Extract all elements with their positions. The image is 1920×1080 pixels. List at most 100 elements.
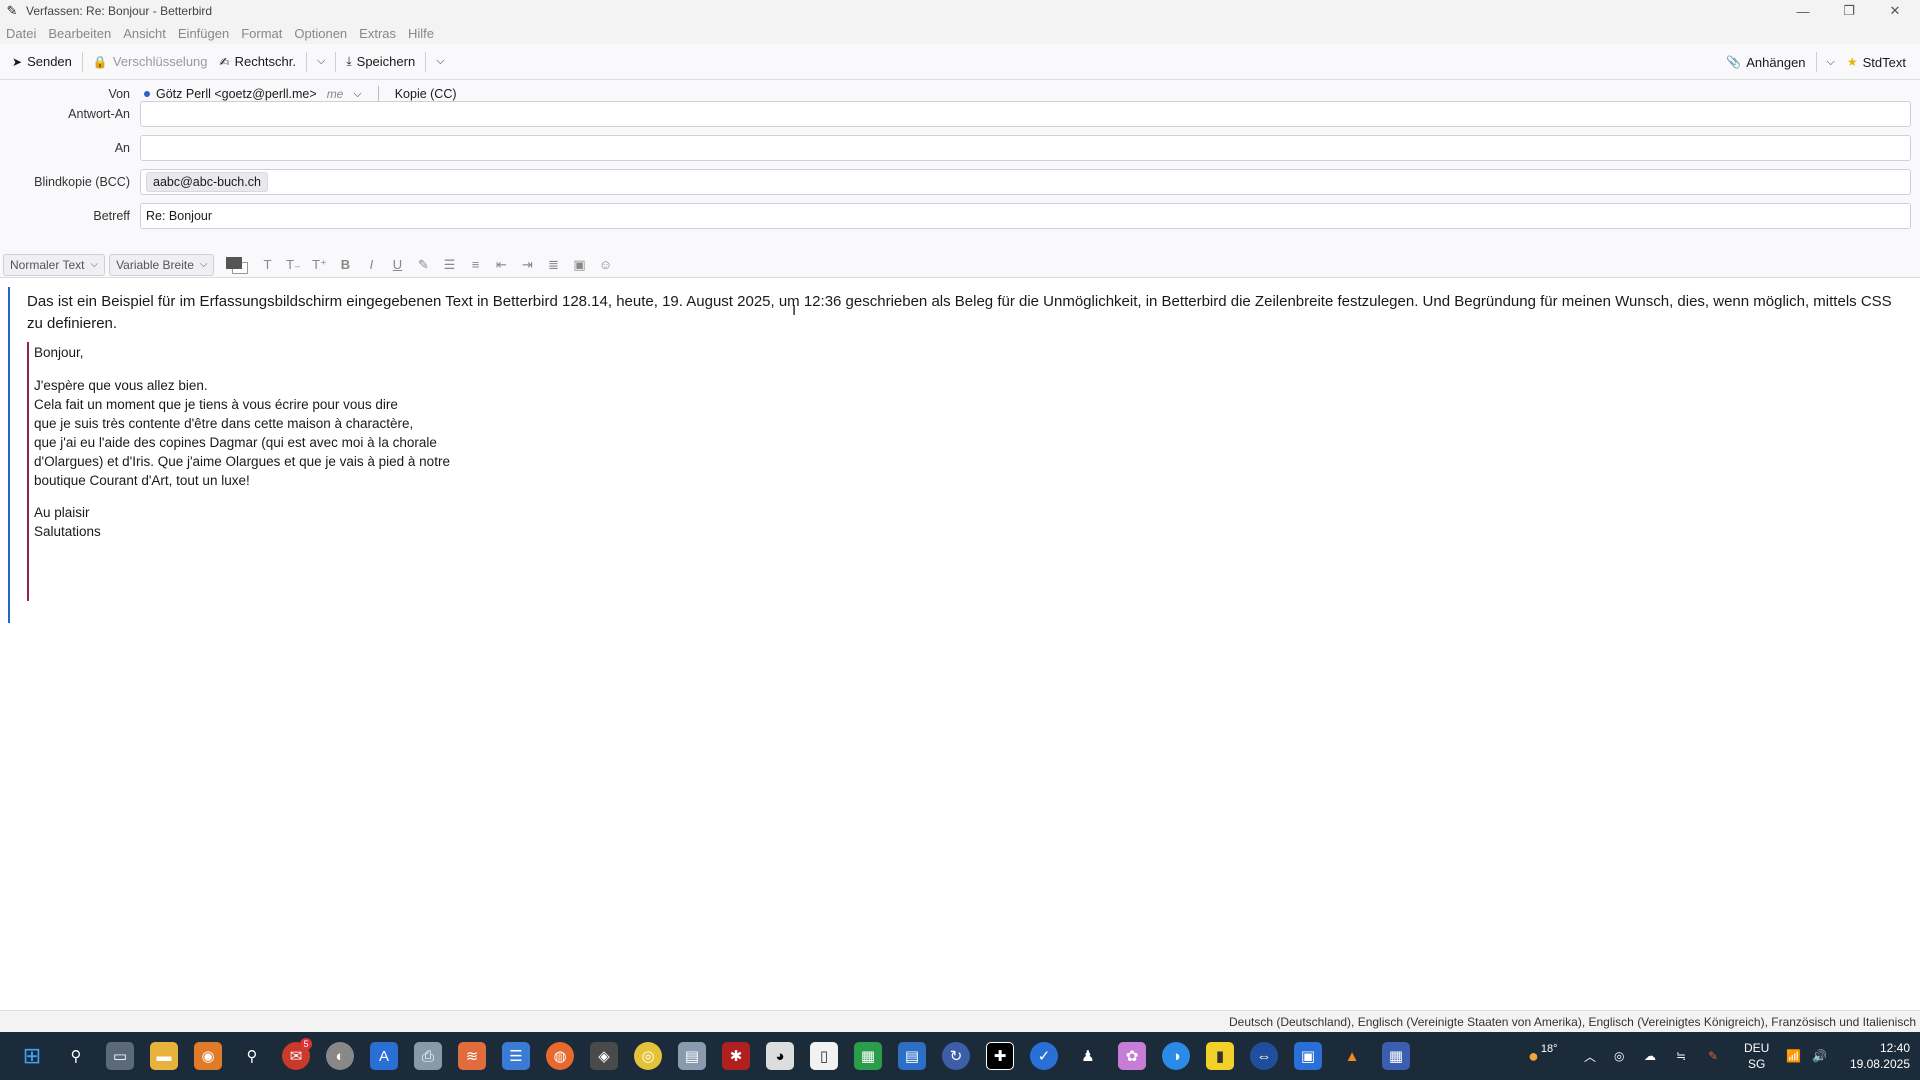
document-app-icon[interactable]: ▯	[810, 1042, 838, 1070]
dictionary-app-icon[interactable]: A	[370, 1042, 398, 1070]
save-dropdown-chevron-icon[interactable]: ⌵	[430, 55, 450, 68]
bcc-field[interactable]: aabc@abc-buch.ch	[140, 169, 1911, 195]
sticky-notes-icon[interactable]: ▮	[1206, 1042, 1234, 1070]
menu-extras[interactable]: Extras	[359, 26, 396, 41]
larger-text-icon[interactable]: T⁺	[306, 254, 332, 276]
stdtext-button[interactable]: ★ StdText	[1841, 49, 1912, 75]
notification-settings-icon[interactable]: ≒	[1676, 1032, 1686, 1080]
identity-label: me	[326, 87, 344, 101]
menu-format[interactable]: Format	[241, 26, 282, 41]
gimp-icon[interactable]: ◈	[590, 1042, 618, 1070]
paint-app-icon[interactable]: ✿	[1118, 1042, 1146, 1070]
chrome-icon[interactable]: ◎	[634, 1042, 662, 1070]
quote-line: Cela fait un moment que je tiens à vous …	[34, 397, 398, 412]
insert-image-icon[interactable]: ▣	[566, 254, 592, 276]
text-color-picker[interactable]	[224, 254, 250, 276]
app-icon[interactable]: ✱	[722, 1042, 750, 1070]
font-size-icon[interactable]: T	[254, 254, 280, 276]
firefox-icon[interactable]: ◍	[546, 1042, 574, 1070]
italic-icon[interactable]: I	[358, 254, 384, 276]
magnifier-app-icon[interactable]: ⚲	[238, 1042, 266, 1070]
panda-app-icon[interactable]: ◕	[766, 1042, 794, 1070]
font-select[interactable]: Variable Breite ⌵	[109, 253, 215, 276]
attach-button[interactable]: 📎 Anhängen	[1720, 49, 1811, 75]
save-button[interactable]: ⤓ Speichern	[340, 49, 421, 75]
figure-app-icon[interactable]: ♟	[1074, 1042, 1102, 1070]
subject-field[interactable]: Re: Bonjour	[140, 203, 1911, 229]
toolbar-separator	[306, 51, 307, 72]
clock[interactable]: 12:40 19.08.2025	[1850, 1040, 1910, 1072]
menu-einfuegen[interactable]: Einfügen	[178, 26, 229, 41]
menu-optionen[interactable]: Optionen	[294, 26, 347, 41]
stack-app-icon[interactable]: ≋	[458, 1042, 486, 1070]
indent-icon[interactable]: ⇥	[514, 254, 540, 276]
weather-sun-icon: ●	[1528, 1045, 1539, 1066]
outdent-icon[interactable]: ⇤	[488, 254, 514, 276]
input-language[interactable]: DEU SG	[1744, 1040, 1769, 1072]
attach-dropdown-chevron-icon[interactable]: ⌵	[1821, 56, 1841, 69]
emoji-icon[interactable]: ☺	[592, 254, 618, 276]
menu-datei[interactable]: Datei	[6, 26, 36, 41]
message-body[interactable]: Das ist ein Beispiel für im Erfassungsbi…	[0, 279, 1920, 1010]
notes-app-icon[interactable]: ☰	[502, 1042, 530, 1070]
file-explorer-icon[interactable]: ▬	[150, 1042, 178, 1070]
spellcheck-languages[interactable]: Deutsch (Deutschland), Englisch (Vereini…	[1229, 1015, 1916, 1029]
chrome-tray-icon[interactable]: ◎	[1614, 1032, 1624, 1080]
edge-icon[interactable]: ◑	[1162, 1042, 1190, 1070]
align-icon[interactable]: ≣	[540, 254, 566, 276]
writer-app-icon[interactable]: ▤	[898, 1042, 926, 1070]
save-app-icon[interactable]: ▣	[1294, 1042, 1322, 1070]
send-button[interactable]: ➤ Senden	[6, 49, 78, 75]
menu-hilfe[interactable]: Hilfe	[408, 26, 434, 41]
printer-app-icon[interactable]: ⎙	[414, 1042, 442, 1070]
minimize-button[interactable]: —	[1780, 0, 1826, 22]
spelling-dropdown-chevron-icon[interactable]: ⌵	[311, 55, 331, 68]
smaller-text-icon[interactable]: T₋	[280, 254, 306, 276]
tray-overflow-icon[interactable]: ︿	[1584, 1032, 1596, 1080]
clear-formatting-icon[interactable]: ✎	[410, 254, 436, 276]
windows-start-icon[interactable]: ⊞	[18, 1042, 46, 1070]
menu-bearbeiten[interactable]: Bearbeiten	[48, 26, 111, 41]
app-icon[interactable]: ◐	[326, 1042, 354, 1070]
lock-icon: 🔒	[92, 54, 108, 69]
subject-row: Betreff Re: Bonjour	[0, 202, 1920, 230]
spelling-button[interactable]: ✍ Rechtschr.	[214, 49, 302, 75]
bold-icon[interactable]: B	[332, 254, 358, 276]
sync-app-icon[interactable]: ↻	[942, 1042, 970, 1070]
close-button[interactable]: ✕	[1872, 0, 1918, 22]
recipient-pill[interactable]: aabc@abc-buch.ch	[146, 172, 268, 192]
wifi-icon[interactable]: 📶	[1786, 1032, 1801, 1080]
numbered-list-icon[interactable]: ≡	[462, 254, 488, 276]
pen-tray-icon[interactable]: ✎	[1708, 1032, 1718, 1080]
chevron-down-icon: ⌵	[199, 259, 208, 270]
underline-icon[interactable]: U	[384, 254, 410, 276]
text-color-swatch	[226, 256, 243, 269]
network-app-icon[interactable]: ▦	[1382, 1042, 1410, 1070]
weather-widget[interactable]: ● 18°	[1528, 1032, 1558, 1080]
to-row: An	[0, 134, 1920, 162]
app-icon[interactable]: ▤	[678, 1042, 706, 1070]
search-icon[interactable]: ⚲	[62, 1042, 90, 1070]
volume-icon[interactable]: 🔊	[1812, 1032, 1827, 1080]
cloud-icon[interactable]: ☁	[1644, 1032, 1656, 1080]
teamviewer-icon[interactable]: ⇔	[1250, 1042, 1278, 1070]
toolbar-separator	[1815, 52, 1817, 72]
photos-app-icon[interactable]: ◉	[194, 1042, 222, 1070]
reply-to-label: Antwort-An	[68, 107, 130, 121]
bullet-list-icon[interactable]: ☰	[436, 254, 462, 276]
reply-to-field[interactable]	[140, 101, 1911, 127]
cc-link[interactable]: Kopie (CC)	[395, 87, 457, 101]
vlc-icon[interactable]: ▲	[1338, 1042, 1366, 1070]
app-icon[interactable]: ✓	[1030, 1042, 1058, 1070]
encryption-button[interactable]: 🔒 Verschlüsselung	[87, 49, 214, 75]
restore-button[interactable]: ❐	[1826, 0, 1872, 22]
menu-ansicht[interactable]: Ansicht	[123, 26, 166, 41]
download-icon: ⤓	[346, 54, 352, 68]
plus-app-icon[interactable]: ✚	[986, 1042, 1014, 1070]
attach-label: Anhängen	[1746, 54, 1806, 70]
taskbar: ⊞ ⚲ ▭ ▬ ◉ ⚲ ✉ 5 ◐ A ⎙ ≋ ☰ ◍ ◈ ◎ ▤ ✱ ◕ ▯ …	[0, 1032, 1920, 1080]
to-field[interactable]	[140, 135, 1911, 161]
paragraph-style-select[interactable]: Normaler Text ⌵	[3, 253, 106, 276]
task-view-icon[interactable]: ▭	[106, 1042, 134, 1070]
spreadsheet-app-icon[interactable]: ▦	[854, 1042, 882, 1070]
